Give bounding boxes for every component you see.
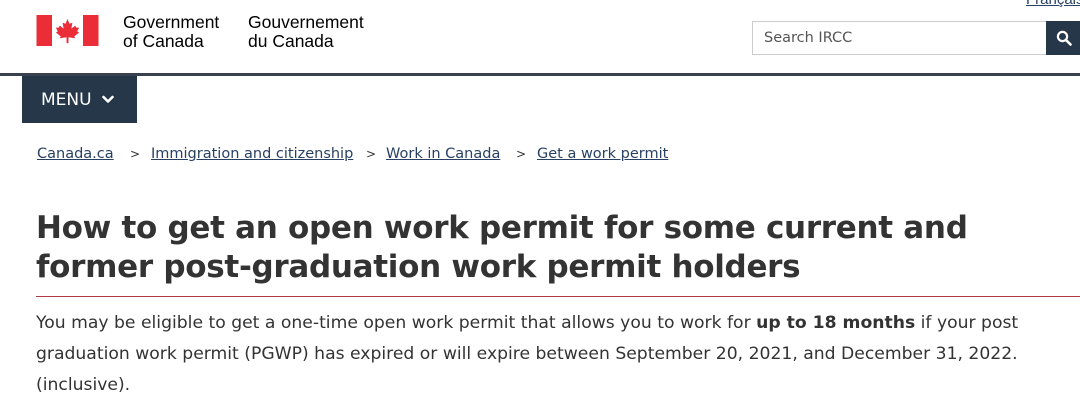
signature-fr-line-1: Gouvernement [248, 12, 364, 32]
breadcrumb-link-immigration[interactable]: Immigration and citizenship [151, 146, 353, 162]
breadcrumb-separator: > [366, 147, 377, 161]
page-title: How to get an open work permit for some … [36, 210, 968, 285]
intro-text-emphasis: up to 18 months [756, 313, 916, 333]
breadcrumb-link-work-in-canada[interactable]: Work in Canada [386, 146, 500, 162]
menu-button[interactable]: MENU [22, 76, 137, 123]
search-button[interactable] [1046, 21, 1080, 55]
signature-en-line-1: Government [123, 12, 220, 32]
government-of-canada-signature-fr[interactable]: Gouvernement du Canada [248, 13, 364, 51]
intro-paragraph: You may be eligible to get a one-time op… [36, 308, 1076, 401]
breadcrumb-separator: > [516, 147, 527, 161]
chevron-down-icon [101, 95, 114, 103]
canada-flag-icon[interactable] [36, 15, 99, 46]
government-of-canada-signature-en[interactable]: Government of Canada [123, 13, 219, 51]
breadcrumb-link-get-work-permit[interactable]: Get a work permit [537, 146, 668, 162]
breadcrumb-separator: > [130, 147, 141, 161]
search-input[interactable] [752, 21, 1046, 55]
breadcrumb-link-canada-ca[interactable]: Canada.ca [37, 146, 114, 162]
signature-fr-line-2: du Canada [248, 31, 334, 51]
menu-label: MENU [41, 89, 92, 110]
magnifier-icon [1056, 30, 1072, 46]
signature-en-line-2: of Canada [123, 31, 204, 51]
breadcrumb: Canada.ca > Immigration and citizenship … [0, 146, 1080, 166]
language-toggle-link[interactable]: Français [1026, 0, 1080, 8]
intro-text-before: You may be eligible to get a one-time op… [36, 313, 757, 333]
header-divider [0, 73, 1080, 76]
title-underline [36, 296, 1080, 297]
